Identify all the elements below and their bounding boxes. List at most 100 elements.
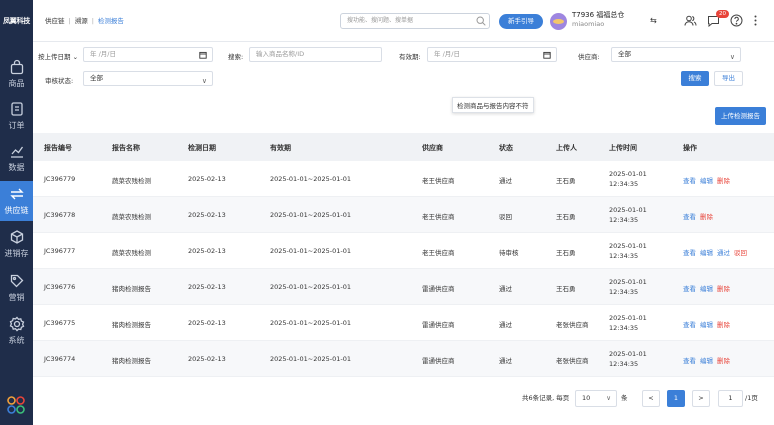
uploader-cell: 王石勇 [556,213,576,221]
action-link[interactable]: 驳回 [734,249,747,257]
nav-item-data[interactable]: 数据 [0,138,33,178]
action-link[interactable]: 查看 [683,321,696,329]
upload-time-cell: 2025-01-01 12:34:35 [609,241,647,261]
action-link[interactable]: 删除 [700,213,713,221]
global-search-input[interactable]: 搜功能、搜问题、搜单据 [340,13,490,29]
breadcrumb-item[interactable]: 溯源 [75,17,88,25]
search-icon[interactable] [476,16,486,26]
action-link[interactable]: 通过 [717,249,730,257]
nav-item-products[interactable]: 商品 [0,54,33,94]
more-menu-icon[interactable] [749,14,762,27]
validity-period-cell: 2025-01-01~2025-01-01 [270,247,351,255]
page-size-select[interactable]: 10 ∨ [575,390,617,407]
nav-item-supply-chain[interactable]: 供应链 [0,181,33,221]
page-number-current[interactable]: 1 [667,390,685,407]
test-date-cell: 2025-02-13 [188,355,226,363]
validity-period-cell: 2025-01-01~2025-01-01 [270,355,351,363]
breadcrumb-item[interactable]: 供应链 [45,17,65,25]
search-label: 搜索: [228,53,244,61]
status-cell: 通过 [499,177,512,185]
action-link[interactable]: 编辑 [700,357,713,365]
avatar[interactable] [550,13,567,30]
supplier-label: 供应商: [578,53,600,61]
column-header: 操作 [683,144,697,152]
help-icon[interactable] [730,14,743,27]
beginner-guide-button[interactable]: 新手引导 [499,14,543,29]
upload-report-button[interactable]: 上传检测报告 [715,107,766,125]
table-row: JC396777 蔬菜农残检测 2025-02-13 2025-01-01~2025-… [33,233,774,269]
action-link[interactable]: 删除 [717,285,730,293]
action-link[interactable]: 查看 [683,249,696,257]
upload-time-cell: 2025-01-01 12:34:35 [609,169,647,189]
search-button[interactable]: 搜索 [681,71,709,86]
validity-period-cell: 2025-01-01~2025-01-01 [270,211,351,219]
date-type-select[interactable]: 按上传日期 ⌄ [38,51,78,61]
account-info[interactable]: T7936 福福总仓 miaomiao [572,11,624,29]
next-page-button[interactable]: > [692,390,710,407]
table-row: JC396776 猪肉检测报告 2025-02-13 2025-01-01~2025-… [33,269,774,305]
report-name-cell: 蔬菜农残检测 [112,249,151,257]
supplier-select[interactable]: 全部 ∨ [611,47,741,62]
breadcrumb-current: 检测报告 [97,17,124,25]
filter-panel: 按上传日期 ⌄ 年 /月/日 搜索: 输入商品名称/ID 有效期: 年 /月/日… [33,42,774,97]
action-link[interactable]: 查看 [683,285,696,293]
column-header: 有效期 [270,144,291,152]
product-search-input[interactable]: 输入商品名称/ID [249,47,382,62]
action-link[interactable]: 查看 [683,177,696,185]
upload-date-input[interactable]: 年 /月/日 [83,47,213,62]
prev-page-button[interactable]: < [642,390,660,407]
user-group-icon[interactable] [684,14,697,27]
review-status-select[interactable]: 全部 ∨ [83,71,213,86]
tag-icon [10,274,23,288]
test-date-cell: 2025-02-13 [188,319,226,327]
settings-icon [9,316,24,332]
calendar-icon[interactable] [543,51,551,59]
nav-label: 供应链 [4,206,29,215]
uploader-cell: 王石勇 [556,285,576,293]
report-name-cell: 猪肉检测报告 [112,357,151,365]
review-status-label: 审核状态: [45,77,74,85]
nav-label: 营销 [8,293,25,302]
brand-logo[interactable]: 凤翼科技 [0,0,33,42]
pagination-summary: 共6条记录, 每页 [522,394,570,402]
action-link[interactable]: 删除 [717,177,730,185]
nav-item-marketing[interactable]: 营销 [0,268,33,308]
nav-item-inventory[interactable]: 进销存 [0,224,33,264]
row-actions: 查看 编辑 通过 驳回 [683,247,751,257]
calendar-icon[interactable] [199,51,207,59]
action-link[interactable]: 编辑 [700,177,713,185]
nav-item-orders[interactable]: 订单 [0,96,33,136]
switch-account-icon[interactable]: ⇆ [650,16,657,25]
nav-label: 系统 [8,336,25,345]
action-link[interactable]: 查看 [683,213,696,221]
status-cell: 驳回 [499,213,512,221]
upload-clock-time: 12:34:35 [609,216,639,224]
action-link[interactable]: 删除 [717,321,730,329]
column-header: 供应商 [422,144,443,152]
apps-icon[interactable] [6,395,26,415]
action-link[interactable]: 编辑 [700,285,713,293]
report-name-cell: 蔬菜农残检测 [112,213,151,221]
export-button[interactable]: 导出 [714,71,743,86]
report-id-cell: JC396778 [44,211,76,219]
upload-clock-time: 12:34:35 [609,324,639,332]
report-id-cell: JC396777 [44,247,76,255]
status-cell: 通过 [499,357,512,365]
action-link[interactable]: 删除 [717,357,730,365]
upload-time-cell: 2025-01-01 12:34:35 [609,277,647,297]
action-link[interactable]: 查看 [683,357,696,365]
action-link[interactable]: 编辑 [700,321,713,329]
expiry-date-input[interactable]: 年 /月/日 [427,47,557,62]
test-date-cell: 2025-02-13 [188,247,226,255]
breadcrumb: 供应链 | 溯源 | 检测报告 [45,17,124,25]
status-cell: 通过 [499,321,512,329]
nav-label: 数据 [8,163,25,172]
sidebar: 凤翼科技 商品 订单 数据 供应链 进销存 营销 系统 [0,0,33,425]
nav-item-system[interactable]: 系统 [0,311,33,351]
action-link[interactable]: 编辑 [700,249,713,257]
goto-page-input[interactable]: 1 [718,390,743,407]
notification-badge: 20 [716,10,729,18]
chart-icon [10,146,23,158]
upload-clock-time: 12:34:35 [609,360,639,368]
validity-period-cell: 2025-01-01~2025-01-01 [270,319,351,327]
